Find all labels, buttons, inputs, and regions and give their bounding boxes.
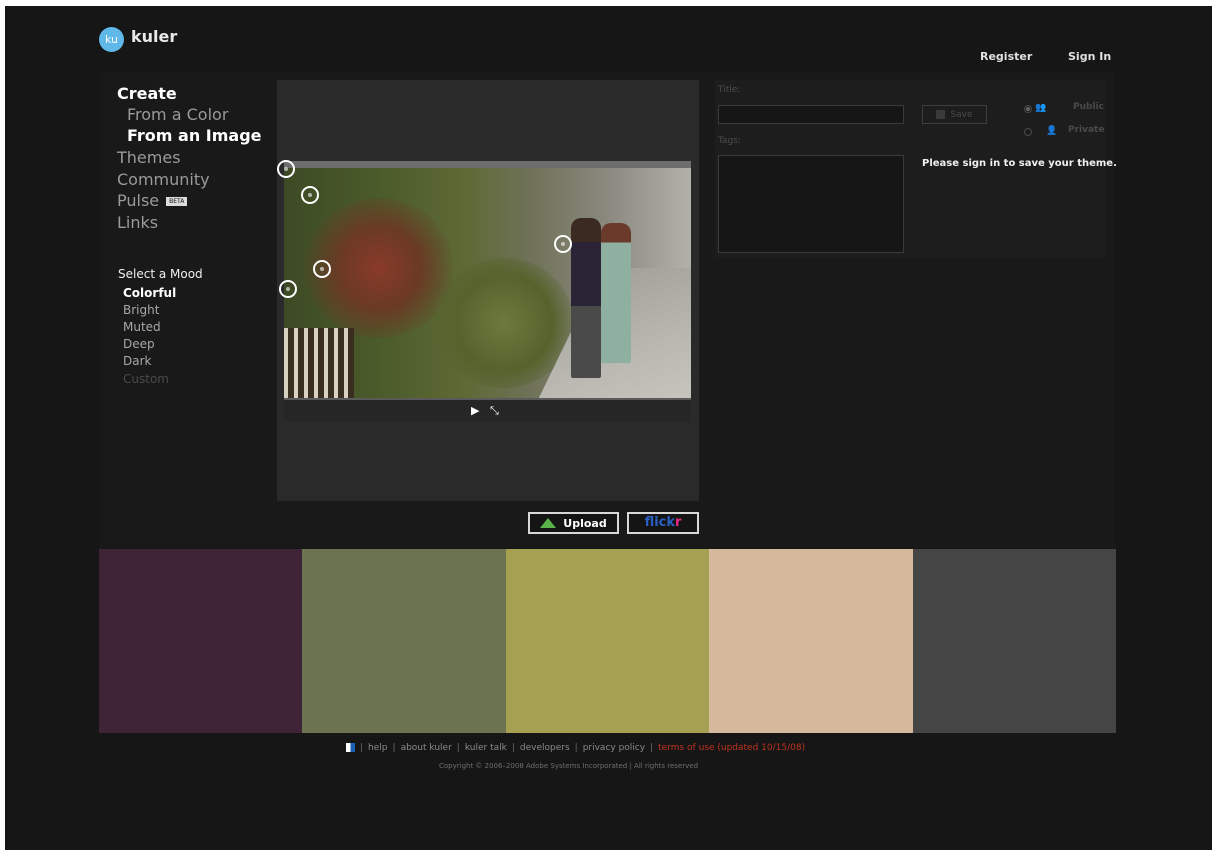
footer-developers-link[interactable]: developers xyxy=(520,743,570,753)
tags-label: Tags: xyxy=(718,136,741,146)
swatch-3[interactable] xyxy=(506,549,709,733)
sign-in-link[interactable]: Sign In xyxy=(1068,50,1111,63)
nav-from-an-image[interactable]: From an Image xyxy=(127,126,262,145)
footer-terms-link[interactable]: terms of use (updated 10/15/08) xyxy=(658,743,805,753)
nav-from-a-color[interactable]: From a Color xyxy=(127,105,228,124)
image-bush xyxy=(434,258,574,388)
nav-pulse[interactable]: Pulse BETA xyxy=(117,191,188,210)
image-person xyxy=(571,218,601,378)
upload-label: Upload xyxy=(563,516,607,530)
flickr-logo-text: flick xyxy=(644,515,676,530)
footer-about-link[interactable]: about kuler xyxy=(401,743,452,753)
play-icon[interactable]: ▶ xyxy=(471,404,479,417)
color-picker-circle[interactable] xyxy=(313,260,331,278)
footer-privacy-link[interactable]: privacy policy xyxy=(583,743,645,753)
color-picker-circle[interactable] xyxy=(279,280,297,298)
swatch-5[interactable] xyxy=(913,549,1116,733)
public-label: Public xyxy=(1073,102,1104,112)
kuler-logo-badge[interactable]: ku xyxy=(99,27,124,52)
source-image[interactable] xyxy=(284,168,691,398)
nav-create[interactable]: Create xyxy=(117,84,177,103)
private-label: Private xyxy=(1068,125,1105,135)
video-controls-bar xyxy=(284,398,691,422)
swatch-1[interactable] xyxy=(99,549,302,733)
footer-talk-link[interactable]: kuler talk xyxy=(465,743,507,753)
expand-icon[interactable]: ⤡ xyxy=(490,404,499,418)
image-fence xyxy=(284,328,354,398)
footer-help-link[interactable]: help xyxy=(368,743,387,753)
beta-badge: BETA xyxy=(166,197,188,206)
sign-in-message: Please sign in to save your theme. xyxy=(922,158,1117,169)
mood-heading: Select a Mood xyxy=(118,267,203,281)
flickr-logo-r: r xyxy=(675,515,682,530)
title-label: Title: xyxy=(718,85,741,95)
mood-custom[interactable]: Custom xyxy=(123,372,169,386)
mood-deep[interactable]: Deep xyxy=(123,337,155,351)
save-button[interactable]: Save xyxy=(922,105,987,124)
image-person xyxy=(601,223,631,363)
swatch-2[interactable] xyxy=(302,549,506,733)
nav-pulse-label: Pulse xyxy=(117,191,160,210)
title-input[interactable] xyxy=(718,105,904,124)
mood-bright[interactable]: Bright xyxy=(123,303,159,317)
mood-muted[interactable]: Muted xyxy=(123,320,161,334)
copyright-text: Copyright © 2006–2008 Adobe Systems Inco… xyxy=(439,762,699,770)
mood-colorful[interactable]: Colorful xyxy=(123,286,176,300)
color-picker-circle[interactable] xyxy=(554,235,572,253)
save-label: Save xyxy=(950,109,973,120)
nav-links[interactable]: Links xyxy=(117,213,158,232)
nav-themes[interactable]: Themes xyxy=(117,148,181,167)
save-disk-icon xyxy=(936,110,946,119)
public-radio[interactable] xyxy=(1024,105,1032,113)
color-picker-circle[interactable] xyxy=(277,160,295,178)
upload-button[interactable]: Upload xyxy=(528,512,619,534)
public-users-icon: 👥 xyxy=(1035,103,1047,113)
private-user-icon: 👤 xyxy=(1046,126,1058,136)
color-picker-circle[interactable] xyxy=(301,186,319,204)
tags-input[interactable] xyxy=(718,155,904,253)
kuler-small-icon xyxy=(346,743,355,752)
footer-links: | help | about kuler | kuler talk | developers |… xyxy=(346,743,886,753)
register-link[interactable]: Register xyxy=(980,50,1032,63)
flickr-button[interactable]: flickr xyxy=(627,512,699,534)
nav-community[interactable]: Community xyxy=(117,170,210,189)
swatch-4[interactable] xyxy=(709,549,913,733)
kuler-logo-text[interactable]: kuler xyxy=(131,27,177,46)
upload-arrow-icon xyxy=(540,518,557,528)
private-radio[interactable] xyxy=(1024,128,1032,136)
mood-dark[interactable]: Dark xyxy=(123,354,151,368)
photo-title-strip xyxy=(284,161,691,168)
